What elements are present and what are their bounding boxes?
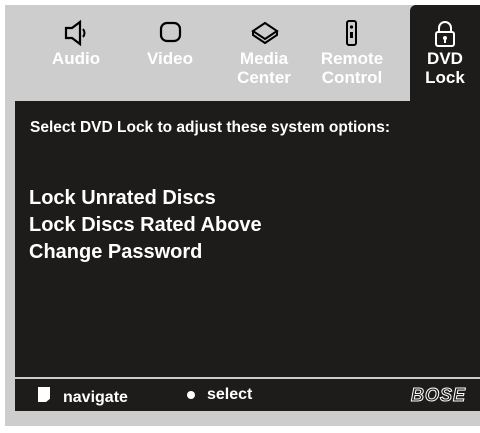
menu-item-lock-rated-above[interactable]: Lock Discs Rated Above [29, 212, 262, 239]
speaker-icon [45, 19, 107, 49]
media-center-icon [227, 19, 301, 49]
options-menu: Lock Unrated Discs Lock Discs Rated Abov… [29, 185, 262, 266]
options-panel: Select DVD Lock to adjust these system o… [15, 101, 480, 377]
tab-audio[interactable]: Audio [45, 5, 107, 101]
tab-remote-control[interactable]: Remote Control [311, 5, 393, 101]
tab-label: Audio [51, 49, 101, 68]
tab-dvd-lock[interactable]: DVD Lock [410, 5, 480, 101]
tab-media-center[interactable]: Media Center [227, 5, 301, 101]
menu-item-change-password[interactable]: Change Password [29, 239, 262, 266]
padlock-icon [410, 19, 480, 49]
navigate-label: navigate [63, 388, 128, 406]
tv-icon [137, 19, 203, 49]
menu-item-lock-unrated[interactable]: Lock Unrated Discs [29, 185, 262, 212]
select-label: select [207, 386, 253, 403]
instruction-text: Select DVD Lock to adjust these system o… [30, 119, 391, 136]
tab-label: Video [147, 49, 193, 68]
navigate-hint: navigate [37, 386, 128, 409]
menu-frame: Audio Video Media Center Remote Control [5, 5, 480, 426]
navigation-pad-icon [37, 386, 53, 409]
tab-label: DVD Lock [425, 49, 465, 87]
remote-icon [311, 19, 393, 49]
tab-video[interactable]: Video [137, 5, 203, 101]
select-hint: select [187, 386, 252, 404]
tab-label: Remote Control [320, 49, 384, 87]
brand-logo: BOSE [410, 385, 466, 406]
footer-bar: navigate select BOSE [15, 379, 480, 411]
tab-label: Media Center [237, 49, 291, 87]
select-dot-icon [187, 391, 195, 399]
